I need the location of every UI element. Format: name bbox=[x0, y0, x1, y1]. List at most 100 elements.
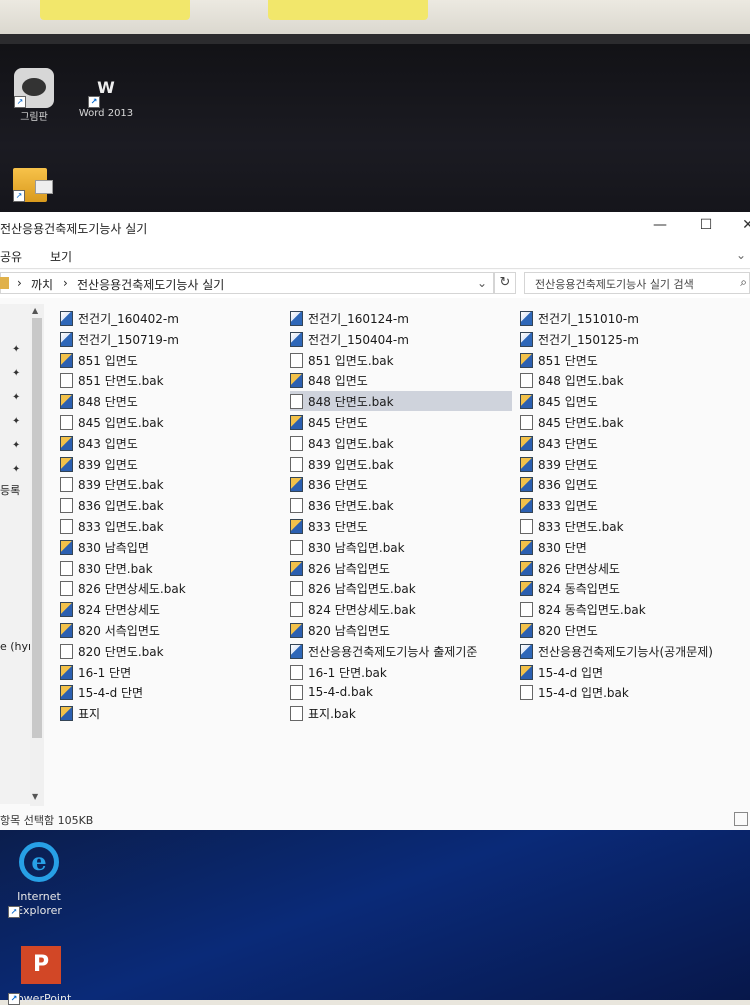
file-item[interactable]: 15-4-d.bak bbox=[290, 682, 373, 702]
file-name: 820 단면도 bbox=[538, 623, 598, 638]
file-item[interactable]: 824 단면상세도 bbox=[60, 599, 160, 619]
file-item[interactable]: 833 입면도 bbox=[520, 495, 598, 515]
minimize-button[interactable]: — bbox=[640, 214, 680, 236]
file-item[interactable]: 표지 bbox=[60, 703, 100, 723]
file-item[interactable]: 16-1 단면 bbox=[60, 662, 131, 682]
file-item[interactable]: 836 입면도 bbox=[520, 474, 598, 494]
file-item[interactable]: 845 단면도 bbox=[290, 412, 368, 432]
scrollbar-thumb[interactable] bbox=[32, 318, 42, 738]
details-view-icon[interactable] bbox=[734, 812, 748, 826]
nav-item-label[interactable]: e (hyr bbox=[0, 640, 33, 653]
file-item[interactable]: 833 입면도.bak bbox=[60, 516, 164, 536]
file-item[interactable]: 전건기_150125-m bbox=[520, 329, 639, 349]
bak-file-icon bbox=[520, 372, 533, 388]
word-shortcut[interactable]: W ↗ Word 2013 bbox=[74, 68, 138, 119]
paint-shortcut[interactable]: ↗ 그림판 bbox=[6, 68, 62, 123]
file-item[interactable]: 826 단면상세도 bbox=[520, 558, 620, 578]
pin-icon: ✦ bbox=[12, 392, 21, 403]
file-item[interactable]: 전산응용건축제도기능사(공개문제) bbox=[520, 641, 713, 661]
file-item[interactable]: 830 남측입면 bbox=[60, 537, 149, 557]
file-item[interactable]: 824 단면상세도.bak bbox=[290, 599, 416, 619]
file-item[interactable]: 820 서측입면도 bbox=[60, 620, 160, 640]
breadcrumb-separator: › bbox=[17, 276, 22, 290]
file-item[interactable]: 851 단면도 bbox=[520, 350, 598, 370]
file-item[interactable]: 845 입면도.bak bbox=[60, 412, 164, 432]
file-item[interactable]: 전산응용건축제도기능사 출제기준 bbox=[290, 641, 477, 661]
file-item[interactable]: 820 단면도 bbox=[520, 620, 598, 640]
bak-file-icon bbox=[60, 580, 73, 596]
file-item[interactable]: 843 단면도 bbox=[520, 433, 598, 453]
file-name: 839 입면도.bak bbox=[308, 457, 394, 472]
file-item[interactable]: 820 단면도.bak bbox=[60, 641, 164, 661]
file-item[interactable]: 15-4-d 입면.bak bbox=[520, 682, 629, 702]
file-item[interactable]: 843 입면도.bak bbox=[290, 433, 394, 453]
file-item[interactable]: 839 단면도.bak bbox=[60, 474, 164, 494]
chevron-down-icon[interactable]: ⌄ bbox=[477, 276, 487, 290]
file-item[interactable]: 전건기_150719-m bbox=[60, 329, 179, 349]
file-item[interactable]: 836 단면도 bbox=[290, 474, 368, 494]
chevron-down-icon[interactable]: ⌄ bbox=[736, 248, 746, 262]
scroll-up-icon[interactable]: ▲ bbox=[32, 306, 38, 315]
nav-scrollbar[interactable]: ▲ ▼ bbox=[30, 304, 44, 806]
file-item[interactable]: 826 단면상세도.bak bbox=[60, 578, 186, 598]
file-item[interactable]: 824 동측입면도.bak bbox=[520, 599, 646, 619]
file-item[interactable]: 839 단면도 bbox=[520, 454, 598, 474]
file-item[interactable]: 848 입면도 bbox=[290, 370, 368, 390]
bak-file-icon bbox=[520, 518, 533, 534]
file-item[interactable]: 836 단면도.bak bbox=[290, 495, 394, 515]
file-item[interactable]: 830 단면 bbox=[520, 537, 587, 557]
dwg-file-icon bbox=[520, 393, 533, 409]
file-item[interactable]: 15-4-d 단면 bbox=[60, 682, 143, 702]
folder-icon bbox=[0, 277, 9, 289]
file-item[interactable]: 전건기_151010-m bbox=[520, 308, 639, 328]
tab-share[interactable]: 공유 bbox=[0, 248, 22, 265]
file-item[interactable]: 826 남측입면도 bbox=[290, 558, 390, 578]
file-item[interactable]: 826 남측입면도.bak bbox=[290, 578, 416, 598]
file-item[interactable]: 836 입면도.bak bbox=[60, 495, 164, 515]
powerpoint-shortcut[interactable]: P ↗ PowerPoint bbox=[8, 946, 74, 1005]
file-item[interactable]: 833 단면도 bbox=[290, 516, 368, 536]
file-item[interactable]: 824 동측입면도 bbox=[520, 578, 620, 598]
breadcrumb-item[interactable]: 까치 bbox=[31, 276, 53, 293]
internet-explorer-shortcut[interactable]: e ↗ Internet Explorer bbox=[8, 842, 70, 918]
file-item[interactable]: 839 입면도.bak bbox=[290, 454, 394, 474]
refresh-button[interactable]: ↻ bbox=[494, 272, 516, 294]
desktop-icon-label: Word 2013 bbox=[78, 108, 134, 119]
file-name: 839 단면도.bak bbox=[78, 477, 164, 492]
file-item[interactable]: 845 단면도.bak bbox=[520, 412, 624, 432]
file-item[interactable]: 전건기_150404-m bbox=[290, 329, 409, 349]
file-item[interactable]: 830 단면.bak bbox=[60, 558, 153, 578]
file-item[interactable]: 830 남측입면.bak bbox=[290, 537, 405, 557]
nav-item-label[interactable]: 등록 bbox=[0, 482, 20, 498]
file-item[interactable]: 848 단면도 bbox=[60, 391, 138, 411]
pin-icon: ✦ bbox=[12, 464, 21, 475]
file-item[interactable]: 표지.bak bbox=[290, 703, 356, 723]
file-item[interactable]: 15-4-d 입면 bbox=[520, 662, 603, 682]
file-item[interactable]: 851 입면도 bbox=[60, 350, 138, 370]
folder-shortcut[interactable]: ↗ bbox=[10, 168, 53, 202]
file-item[interactable]: 16-1 단면.bak bbox=[290, 662, 387, 682]
file-item[interactable]: 839 입면도 bbox=[60, 454, 138, 474]
close-button[interactable]: ✕ bbox=[728, 214, 750, 236]
file-item[interactable]: 851 단면도.bak bbox=[60, 370, 164, 390]
search-box[interactable]: 전산응용건축제도기능사 실기 검색 ⌕ bbox=[524, 272, 750, 294]
sticky-note bbox=[40, 0, 190, 20]
bak-file-icon bbox=[520, 601, 533, 617]
address-bar[interactable]: › 까치 › 전산응용건축제도기능사 실기 ⌄ bbox=[0, 272, 494, 294]
monitor-bezel bbox=[0, 34, 750, 44]
maximize-button[interactable]: ☐ bbox=[686, 214, 726, 236]
scroll-down-icon[interactable]: ▼ bbox=[32, 792, 38, 801]
tab-view[interactable]: 보기 bbox=[50, 248, 72, 265]
file-item[interactable]: 820 남측입면도 bbox=[290, 620, 390, 640]
file-item[interactable]: 전건기_160124-m bbox=[290, 308, 409, 328]
file-item[interactable]: 833 단면도.bak bbox=[520, 516, 624, 536]
bak-file-icon bbox=[290, 684, 303, 700]
file-item-selected[interactable]: 848 단면도.bak bbox=[290, 391, 512, 411]
dwg-file-icon bbox=[290, 518, 303, 534]
file-item[interactable]: 848 입면도.bak bbox=[520, 370, 624, 390]
file-item[interactable]: 843 입면도 bbox=[60, 433, 138, 453]
file-item[interactable]: 851 입면도.bak bbox=[290, 350, 394, 370]
file-item[interactable]: 845 입면도 bbox=[520, 391, 598, 411]
breadcrumb-item-current[interactable]: 전산응용건축제도기능사 실기 bbox=[77, 276, 224, 293]
file-item[interactable]: 전건기_160402-m bbox=[60, 308, 179, 328]
